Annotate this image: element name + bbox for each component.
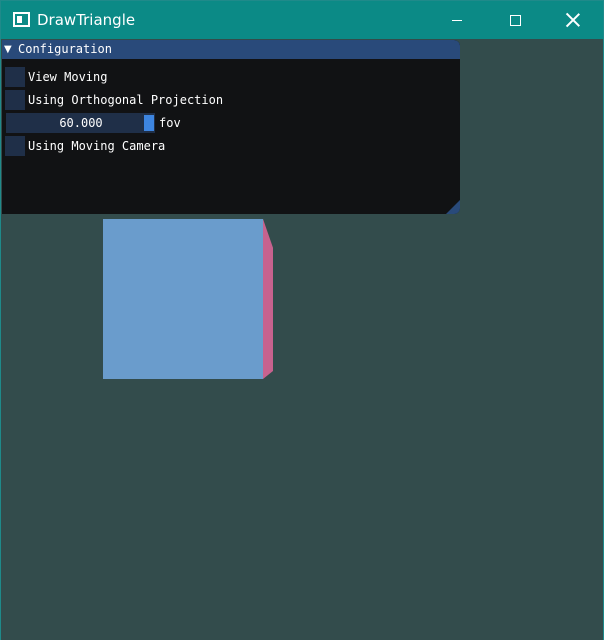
app-window: DrawTriangle ▼ Configuration View Moving… [0,0,604,640]
orthogonal-projection-label: Using Orthogonal Projection [28,93,224,107]
option-orthogonal-projection[interactable]: Using Orthogonal Projection [5,90,445,110]
app-window-icon [13,12,30,27]
panel-resize-grip[interactable] [446,200,460,214]
option-moving-camera[interactable]: Using Moving Camera [5,136,445,156]
panel-title: Configuration [18,42,112,56]
moving-camera-label: Using Moving Camera [28,139,166,153]
fov-value: 60.000 [59,116,103,130]
close-button[interactable] [544,1,602,39]
title-bar[interactable]: DrawTriangle [1,1,603,39]
maximize-button[interactable] [486,1,544,39]
panel-header[interactable]: ▼ Configuration [2,40,460,59]
fov-label: fov [159,116,181,130]
cube-front-face [103,219,263,379]
close-icon [566,13,580,27]
view-moving-label: View Moving [28,70,108,84]
configuration-panel[interactable]: ▼ Configuration View Moving Using Orthog… [2,40,460,214]
minimize-button[interactable] [428,1,486,39]
option-view-moving[interactable]: View Moving [5,67,445,87]
collapse-arrow-icon[interactable]: ▼ [4,43,12,56]
window-title: DrawTriangle [37,11,136,29]
fov-slider[interactable]: 60.000 [6,113,155,133]
minimize-icon [452,19,462,21]
fov-slider-handle[interactable] [144,115,154,131]
orthogonal-projection-checkbox[interactable] [5,90,25,110]
view-moving-checkbox[interactable] [5,67,25,87]
maximize-icon [509,14,521,26]
moving-camera-checkbox[interactable] [5,136,25,156]
